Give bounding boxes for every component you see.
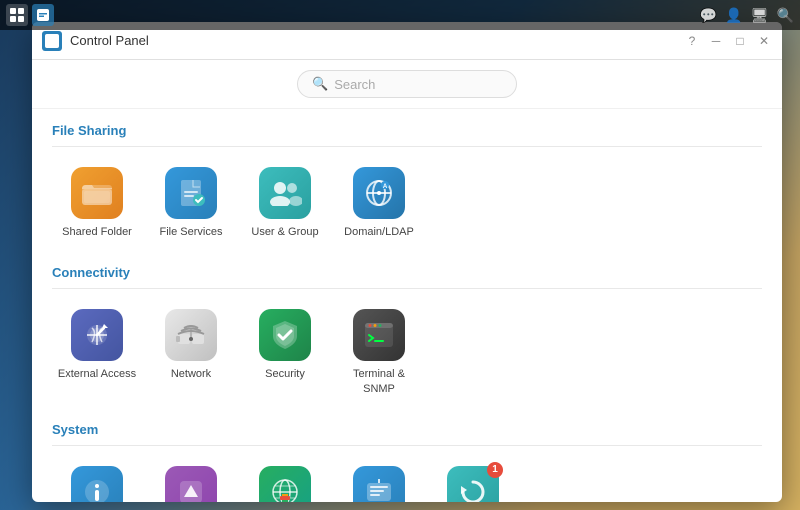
system-grid: Info Center Login Portal	[52, 454, 762, 502]
shared-folder-label: Shared Folder	[62, 225, 132, 239]
domain-icon: A	[353, 167, 405, 219]
close-button[interactable]: ✕	[756, 33, 772, 49]
file-services-label: File Services	[160, 225, 223, 239]
window-icon	[42, 31, 62, 51]
file-services-icon	[165, 167, 217, 219]
item-external-access[interactable]: External Access	[52, 301, 142, 404]
terminal-label: Terminal & SNMP	[338, 367, 420, 396]
window-controls: ? ─ □ ✕	[684, 33, 772, 49]
file-sharing-grid: Shared Folder File	[52, 155, 762, 251]
item-terminal[interactable]: Terminal & SNMP	[334, 301, 424, 404]
minimize-button[interactable]: ─	[708, 33, 724, 49]
search-container: 🔍 Search	[32, 60, 782, 109]
item-login-portal[interactable]: Login Portal	[146, 458, 236, 502]
connectivity-grid: External Access	[52, 297, 762, 408]
login-portal-icon	[165, 466, 217, 502]
search-bar[interactable]: 🔍 Search	[297, 70, 517, 98]
update-restore-icon: 1	[447, 466, 499, 502]
user-group-label: User & Group	[251, 225, 318, 239]
taskbar-apps-icon[interactable]	[6, 4, 28, 26]
item-regional-options[interactable]: Regional Options	[240, 458, 330, 502]
user-icon[interactable]: 👤	[725, 7, 742, 24]
chat-icon[interactable]: 💬	[700, 7, 717, 24]
desktop-icon[interactable]: 🖥	[751, 7, 769, 24]
taskbar-right: 💬 👤 🖥 🔍	[700, 7, 794, 24]
search-input[interactable]: Search	[334, 77, 375, 92]
taskbar-left	[6, 4, 54, 26]
search-icon[interactable]: 🔍	[777, 7, 794, 24]
item-shared-folder[interactable]: Shared Folder	[52, 159, 142, 247]
item-update-restore[interactable]: 1 Update & Restore	[428, 458, 518, 502]
security-icon	[259, 309, 311, 361]
taskbar-control-panel-icon[interactable]	[32, 4, 54, 26]
item-security[interactable]: Security	[240, 301, 330, 404]
terminal-icon	[353, 309, 405, 361]
item-user-group[interactable]: User & Group	[240, 159, 330, 247]
section-header-file-sharing: File Sharing	[52, 109, 762, 147]
item-notification[interactable]: Notification	[334, 458, 424, 502]
section-system: System Info Center	[52, 408, 762, 502]
taskbar: 💬 👤 🖥 🔍	[0, 0, 800, 30]
section-header-connectivity: Connectivity	[52, 251, 762, 289]
external-access-label: External Access	[58, 367, 136, 381]
search-icon: 🔍	[312, 76, 328, 92]
shared-folder-icon	[71, 167, 123, 219]
network-label: Network	[171, 367, 211, 381]
item-file-services[interactable]: File Services	[146, 159, 236, 247]
section-connectivity: Connectivity	[52, 251, 762, 408]
security-label: Security	[265, 367, 305, 381]
notification-icon	[353, 466, 405, 502]
section-file-sharing: File Sharing Shared Folder	[52, 109, 762, 251]
maximize-button[interactable]: □	[732, 33, 748, 49]
info-center-icon	[71, 466, 123, 502]
control-panel-window: Control Panel ? ─ □ ✕ 🔍 Search File Shar…	[32, 22, 782, 502]
external-access-icon	[71, 309, 123, 361]
help-button[interactable]: ?	[684, 33, 700, 49]
item-info-center[interactable]: Info Center	[52, 458, 142, 502]
update-badge: 1	[487, 462, 503, 478]
content-area: File Sharing Shared Folder	[32, 109, 782, 502]
user-group-icon	[259, 167, 311, 219]
domain-label: Domain/LDAP	[344, 225, 414, 239]
item-domain[interactable]: A Domain/LDAP	[334, 159, 424, 247]
window-title: Control Panel	[70, 33, 684, 48]
svg-text:A: A	[383, 184, 388, 190]
network-icon	[165, 309, 217, 361]
section-header-system: System	[52, 408, 762, 446]
item-network[interactable]: Network	[146, 301, 236, 404]
regional-options-icon	[259, 466, 311, 502]
